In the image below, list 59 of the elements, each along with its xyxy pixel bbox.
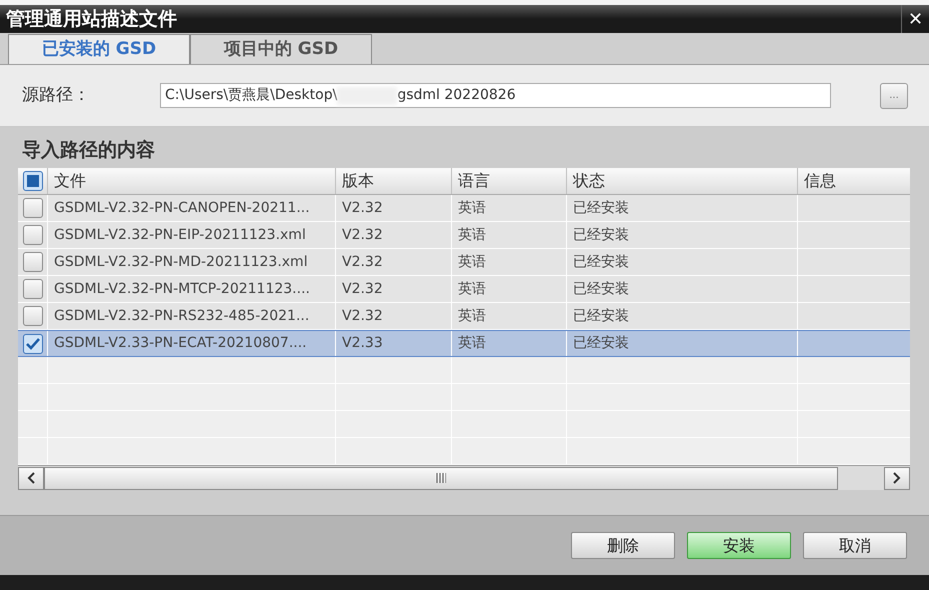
chevron-right-icon [893,472,901,484]
dialog-button[interactable]: 删除 [571,532,675,559]
table-cell-text: 英语 [458,252,486,272]
table-cell-text: V2.32 [342,252,383,272]
table-row[interactable]: GSDML-V2.32-PN-MTCP-20211123.... V2.32 英语 已经安装 [18,276,910,303]
checkbox[interactable] [22,252,42,272]
table-cell-text: V2.32 [342,306,383,326]
table-cell-text: V2.32 [342,280,383,298]
table-cell-text: 英语 [458,226,486,244]
column-header[interactable]: 信息 [797,168,910,194]
scroll-left-button[interactable] [18,466,44,490]
table-row[interactable]: GSDML-V2.32-PN-RS232-485-2021... V2.32 英语 已经安装 [18,303,910,330]
table-row[interactable]: GSDML-V2.32-PN-CANOPEN-20211... V2.32 英语 已经安装 [18,195,910,222]
tab[interactable]: 项目中的 GSD [190,34,372,64]
checkbox[interactable] [22,334,42,354]
scroll-right-button[interactable] [884,466,910,490]
column-header[interactable]: 版本 [335,168,451,194]
browse-button[interactable]: ... [880,82,908,108]
grip-icon [436,473,446,483]
table-cell-text: GSDML-V2.32-PN-MD-20211123.xml [54,252,308,272]
table-cell-text: 英语 [458,198,486,218]
tab[interactable]: 已安装的 GSD [8,34,190,64]
column-header[interactable]: 文件 [47,168,335,194]
table-cell-text: 已经安装 [573,198,629,218]
table-cell-text: 英语 [458,306,486,326]
dialog-button[interactable]: 安装 [687,532,791,559]
table-cell-text: GSDML-V2.32-PN-RS232-485-2021... [54,306,310,326]
table-cell-text: 已经安装 [573,280,629,298]
scrollbar-thumb[interactable] [44,466,838,490]
checkmark-icon [26,338,40,350]
table-cell-text: GSDML-V2.32-PN-EIP-20211123.xml [54,226,306,244]
table-cell-text: GSDML-V2.33-PN-ECAT-20210807.... [54,334,307,353]
table-row[interactable]: GSDML-V2.32-PN-EIP-20211123.xml V2.32 英语 已经安装 [18,222,910,249]
checkbox[interactable] [22,198,42,218]
dialog-button[interactable]: 取消 [803,532,907,559]
table-cell-text: 英语 [458,280,486,298]
table-row[interactable]: GSDML-V2.33-PN-ECAT-20210807.... V2.33 英语 已经安装 [18,330,910,357]
table-cell-text: GSDML-V2.32-PN-CANOPEN-20211... [54,198,310,218]
select-all-checkbox[interactable] [22,171,42,191]
table-cell-text: 英语 [458,334,486,353]
source-path-label: 源路径： [22,84,91,107]
table-cell-text: 已经安装 [573,252,629,272]
column-header[interactable]: 语言 [451,168,566,194]
source-path-field[interactable]: C:\Users\贾燕晨\Desktop\ gsdml 20220826 [160,83,831,108]
table-row[interactable]: GSDML-V2.32-PN-MD-20211123.xml V2.32 英语 已经安装 [18,249,910,276]
table-cell-text: V2.32 [342,198,383,218]
table-cell-text: GSDML-V2.32-PN-MTCP-20211123.... [54,280,310,298]
window-title: 管理通用站描述文件 [6,6,177,32]
checkbox[interactable] [22,306,42,326]
table-cell-text: V2.33 [342,334,383,353]
table-cell-text: 已经安装 [573,334,629,353]
section-title: 导入路径的内容 [21,138,156,164]
chevron-left-icon [27,472,35,484]
table-cell-text: 已经安装 [573,226,629,244]
checkbox[interactable] [22,225,42,245]
table-cell-text: V2.32 [342,226,383,244]
checkbox[interactable] [22,279,42,299]
table-cell-text: 已经安装 [573,306,629,326]
column-header[interactable]: 状态 [566,168,797,194]
